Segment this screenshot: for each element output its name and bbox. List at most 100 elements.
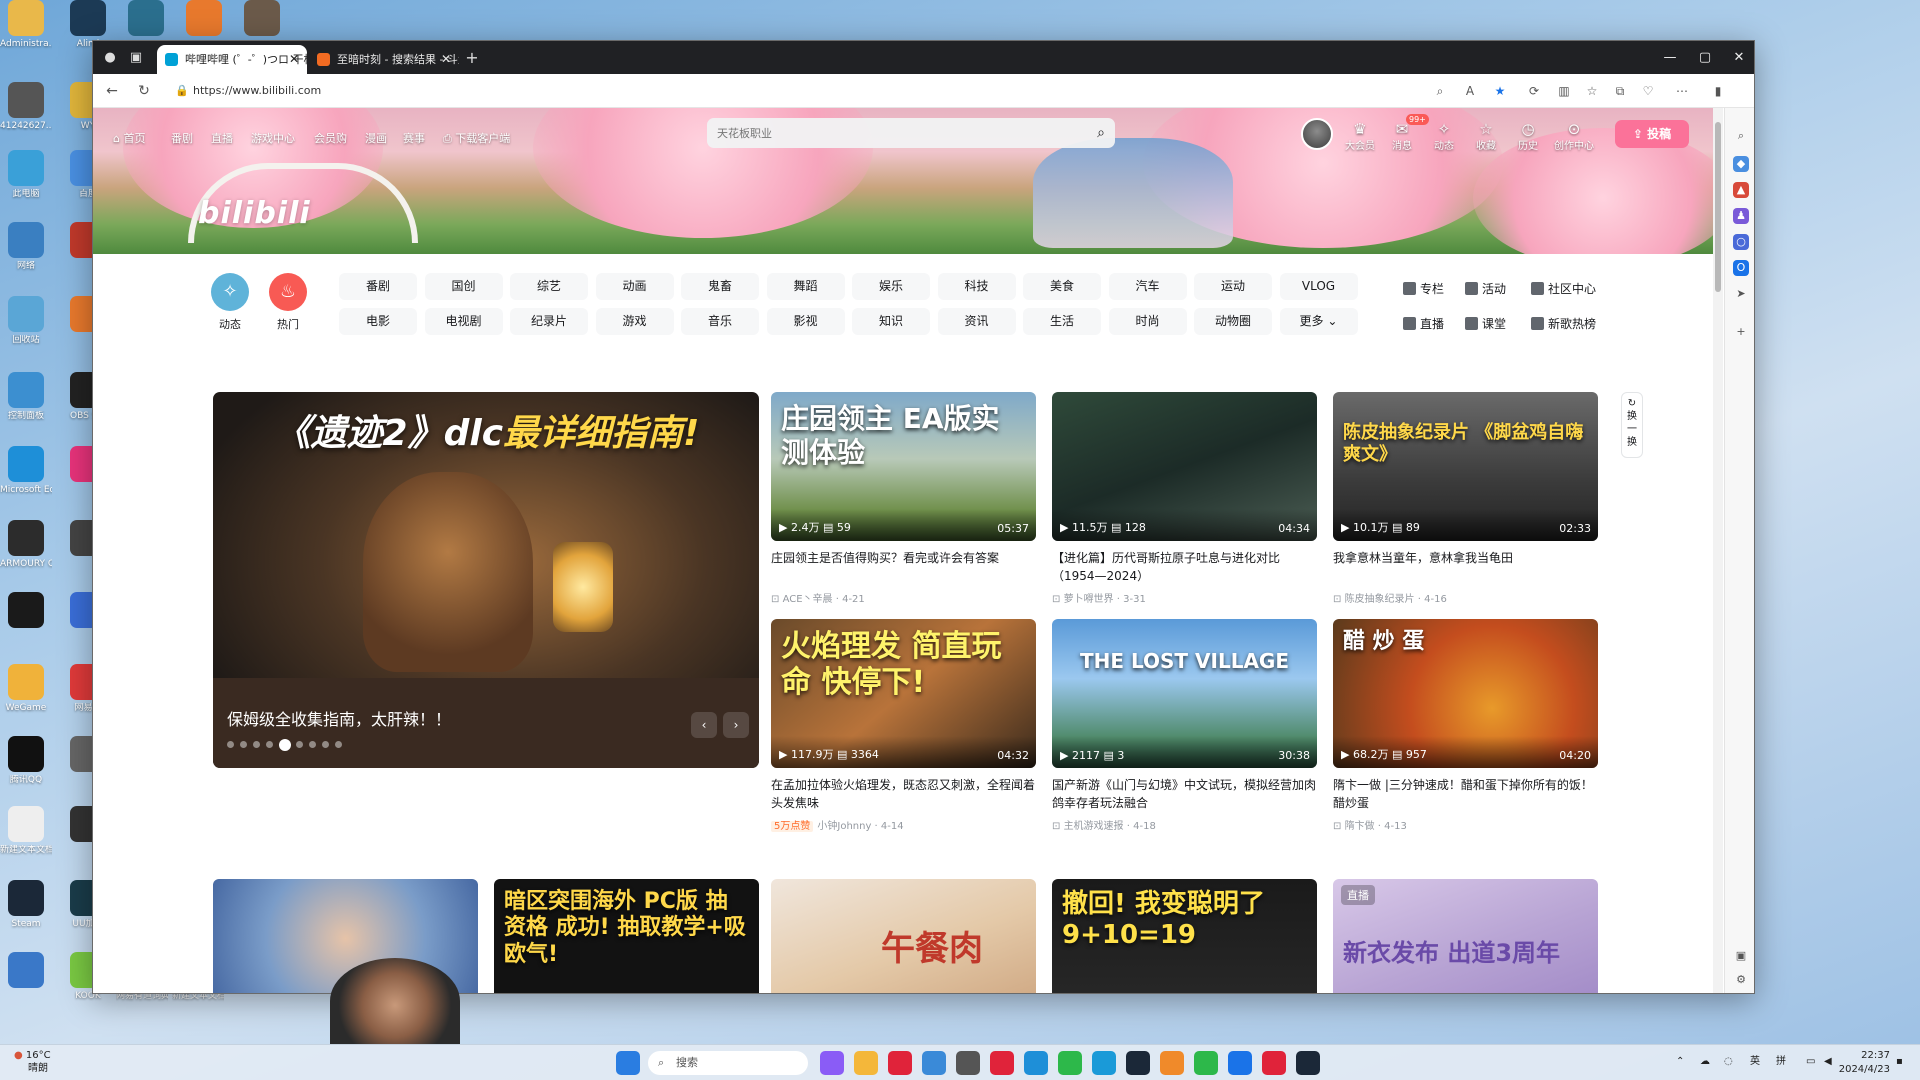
desktop-shortcut[interactable] [0,952,52,991]
carousel-dot[interactable] [279,739,291,751]
read-aloud-icon[interactable]: A [1461,82,1479,100]
desktop-shortcut[interactable]: 回收站 [0,296,52,346]
carousel-next-button[interactable]: › [723,712,749,738]
favorite-star-icon[interactable]: ★ [1491,82,1509,100]
channel-music-chart[interactable]: 新歌热榜 [1531,315,1596,332]
sidebar-toggle-icon[interactable]: ▮ [1709,82,1727,100]
desktop-shortcut[interactable]: 网络 [0,222,52,272]
network-icon[interactable]: ▭ [1806,1055,1815,1069]
carousel[interactable]: 《遗迹2》dlc最详细指南! 保姆级全收集指南，太肝辣！！ ‹ › [213,392,759,768]
url-field[interactable]: 🔒 https://www.bilibili.com [173,79,1353,103]
desktop-shortcut[interactable] [0,592,52,631]
taskbar-search[interactable]: ⌕ 搜索 [648,1051,808,1075]
notification-icon[interactable]: ▪ [1896,1055,1903,1069]
video-author[interactable]: 萝卜嘚世界 [1064,594,1114,605]
carousel-dot[interactable] [296,741,303,748]
outlook-icon[interactable]: O [1733,260,1749,276]
channel-button[interactable]: 音乐 [681,308,759,335]
desktop-shortcut[interactable]: Microsoft Edge [0,446,52,496]
edge-icon[interactable] [1024,1051,1048,1075]
video-title[interactable]: 隋卞一做 |三分钟速成！醋和蛋下掉你所有的饭！醋炒蛋 [1333,776,1598,812]
steam-icon[interactable] [1126,1051,1150,1075]
channel-hot[interactable]: ♨ 热门 [263,273,313,332]
desktop-shortcut[interactable]: 41242627... [0,82,52,132]
video-card[interactable]: 新衣发布 出道3周年直播▶ 1.7万虚拟日常 [1333,879,1598,993]
wifi-icon[interactable]: ◌ [1724,1055,1733,1069]
desktop-shortcut[interactable]: 腾讯QQ [0,736,52,786]
close-tab-icon[interactable]: ✕ [289,45,299,74]
ime-mode-indicator[interactable]: 拼 [1776,1055,1786,1069]
video-card[interactable]: 火焰理发 简直玩命 快停下! ▶ 117.9万 ▤ 3364 04:32 在孟加拉体验… [771,619,1036,832]
desktop-shortcut[interactable]: ARMOURY CRATE [0,520,52,570]
carousel-prev-button[interactable]: ‹ [691,712,717,738]
tools-icon[interactable]: ▲ [1733,182,1749,198]
app-icon[interactable] [1262,1051,1286,1075]
nav-home[interactable]: ⌂ 首页 [113,130,145,146]
steam-icon[interactable] [1296,1051,1320,1075]
browser-essentials-icon[interactable]: ♡ [1639,82,1657,100]
app-icon[interactable] [1228,1051,1252,1075]
channel-button[interactable]: 动画 [595,273,674,300]
desktop-shortcut[interactable]: 此电脑 [0,150,52,200]
channel-button[interactable]: 番剧 [339,273,417,300]
video-title[interactable]: 国产新游《山门与幻境》中文试玩，模拟经营加肉鸽幸存者玩法融合 [1052,776,1317,812]
video-title[interactable]: 庄园领主是否值得购买？看完或许会有答案 [771,549,1036,585]
tab-bilibili[interactable]: 哔哩哔哩 (゜-゜)つロ 干杯~-bili ✕ [157,45,307,74]
cloud-icon[interactable]: ☁ [1700,1055,1710,1069]
channel-button[interactable]: 纪录片 [510,308,588,335]
video-card[interactable]: 暗区突围海外 PC版 抽资格 成功! 抽取教学+吸欧气!▶ 1.3万 ▤ 702… [494,879,759,993]
nav-history[interactable]: ◷ 历史 [1508,120,1548,152]
minimize-icon[interactable]: — [1653,41,1687,74]
scroll-thumb[interactable] [1715,122,1721,292]
new-tab-button[interactable]: + [463,49,481,67]
video-author[interactable]: 小钟Johnny [817,821,871,832]
send-icon[interactable]: ➤ [1733,286,1749,302]
channel-button[interactable]: 汽车 [1108,273,1187,300]
nav-live[interactable]: 直播 [211,130,233,146]
nav-creator[interactable]: ⊙ 创作中心 [1550,120,1598,152]
video-author[interactable]: 主机游戏速报 [1064,821,1124,832]
video-title[interactable]: 【进化篇】历代哥斯拉原子吐息与进化对比（1954—2024） [1052,549,1317,585]
games-icon[interactable]: ♟ [1733,208,1749,224]
youdao-icon[interactable] [888,1051,912,1075]
channel-community[interactable]: 社区中心 [1531,280,1596,297]
channel-button[interactable]: 动物圈 [1194,308,1272,335]
video-title[interactable]: 在孟加拉体验火焰理发，既态忍又刺激，全程闻着头发焦味 [771,776,1036,812]
close-tab-icon[interactable]: ✕ [441,45,451,74]
bilibili-logo[interactable]: bilibili [198,196,311,231]
desktop-shortcut[interactable] [120,0,172,39]
desktop-shortcut[interactable]: 控制面板 [0,372,52,422]
channel-button[interactable]: 运动 [1194,273,1272,300]
add-icon[interactable]: + [1733,324,1749,340]
nav-favorite[interactable]: ☆ 收藏 [1466,120,1506,152]
carousel-dot[interactable] [309,741,316,748]
video-card[interactable]: 庄园领主 EA版实测体验 ▶ 2.4万 ▤ 59 05:37 庄园领主是否值得购买？看… [771,392,1036,605]
page-scrollbar[interactable] [1713,108,1723,993]
channel-button[interactable]: 科技 [937,273,1016,300]
weather-widget[interactable]: ● 16°C 晴朗 [14,1049,84,1075]
clock[interactable]: 22:37 2024/4/23 [1838,1049,1890,1077]
video-thumbnail[interactable]: ▶ 11.5万 ▤ 128 04:34 [1052,392,1317,541]
profile-icon[interactable]: ● [101,49,119,67]
channel-button[interactable]: 国创 [424,273,503,300]
video-card[interactable]: 陈皮抽象纪录片 《脚盆鸡自嗨爽文》 ▶ 10.1万 ▤ 89 02:33 我拿意林当童… [1333,392,1598,605]
search-box[interactable]: ⌕ [707,118,1115,148]
video-card[interactable]: 撤回! 我变聪明了 9+10=19▶ 7.1万 ▤ 43405:35 [1052,879,1317,993]
split-screen-icon[interactable]: ▥ [1555,82,1573,100]
ime-indicator[interactable]: 英 [1750,1055,1760,1069]
channel-button[interactable]: 更多 ⌄ [1279,308,1358,335]
netease-music-icon[interactable] [990,1051,1014,1075]
nav-shop[interactable]: 会员购 [314,130,347,146]
obs-icon[interactable] [956,1051,980,1075]
nav-download[interactable]: ⎙ 下载客户端 [443,130,510,146]
video-thumbnail[interactable]: THE LOST VILLAGE ▶ 2117 ▤ 3 30:38 [1052,619,1317,768]
discover-icon[interactable]: ◆ [1733,156,1749,172]
nav-esports[interactable]: 赛事 [403,130,425,146]
video-thumbnail[interactable]: 火焰理发 简直玩命 快停下! ▶ 117.9万 ▤ 3364 04:32 [771,619,1036,768]
search-icon[interactable]: ⌕ [1097,125,1105,141]
maximize-icon[interactable]: ▢ [1688,41,1722,74]
channel-button[interactable]: 舞蹈 [766,273,845,300]
carousel-dot[interactable] [322,741,329,748]
nav-game-center[interactable]: 游戏中心 [251,130,295,146]
channel-button[interactable]: 综艺 [510,273,588,300]
